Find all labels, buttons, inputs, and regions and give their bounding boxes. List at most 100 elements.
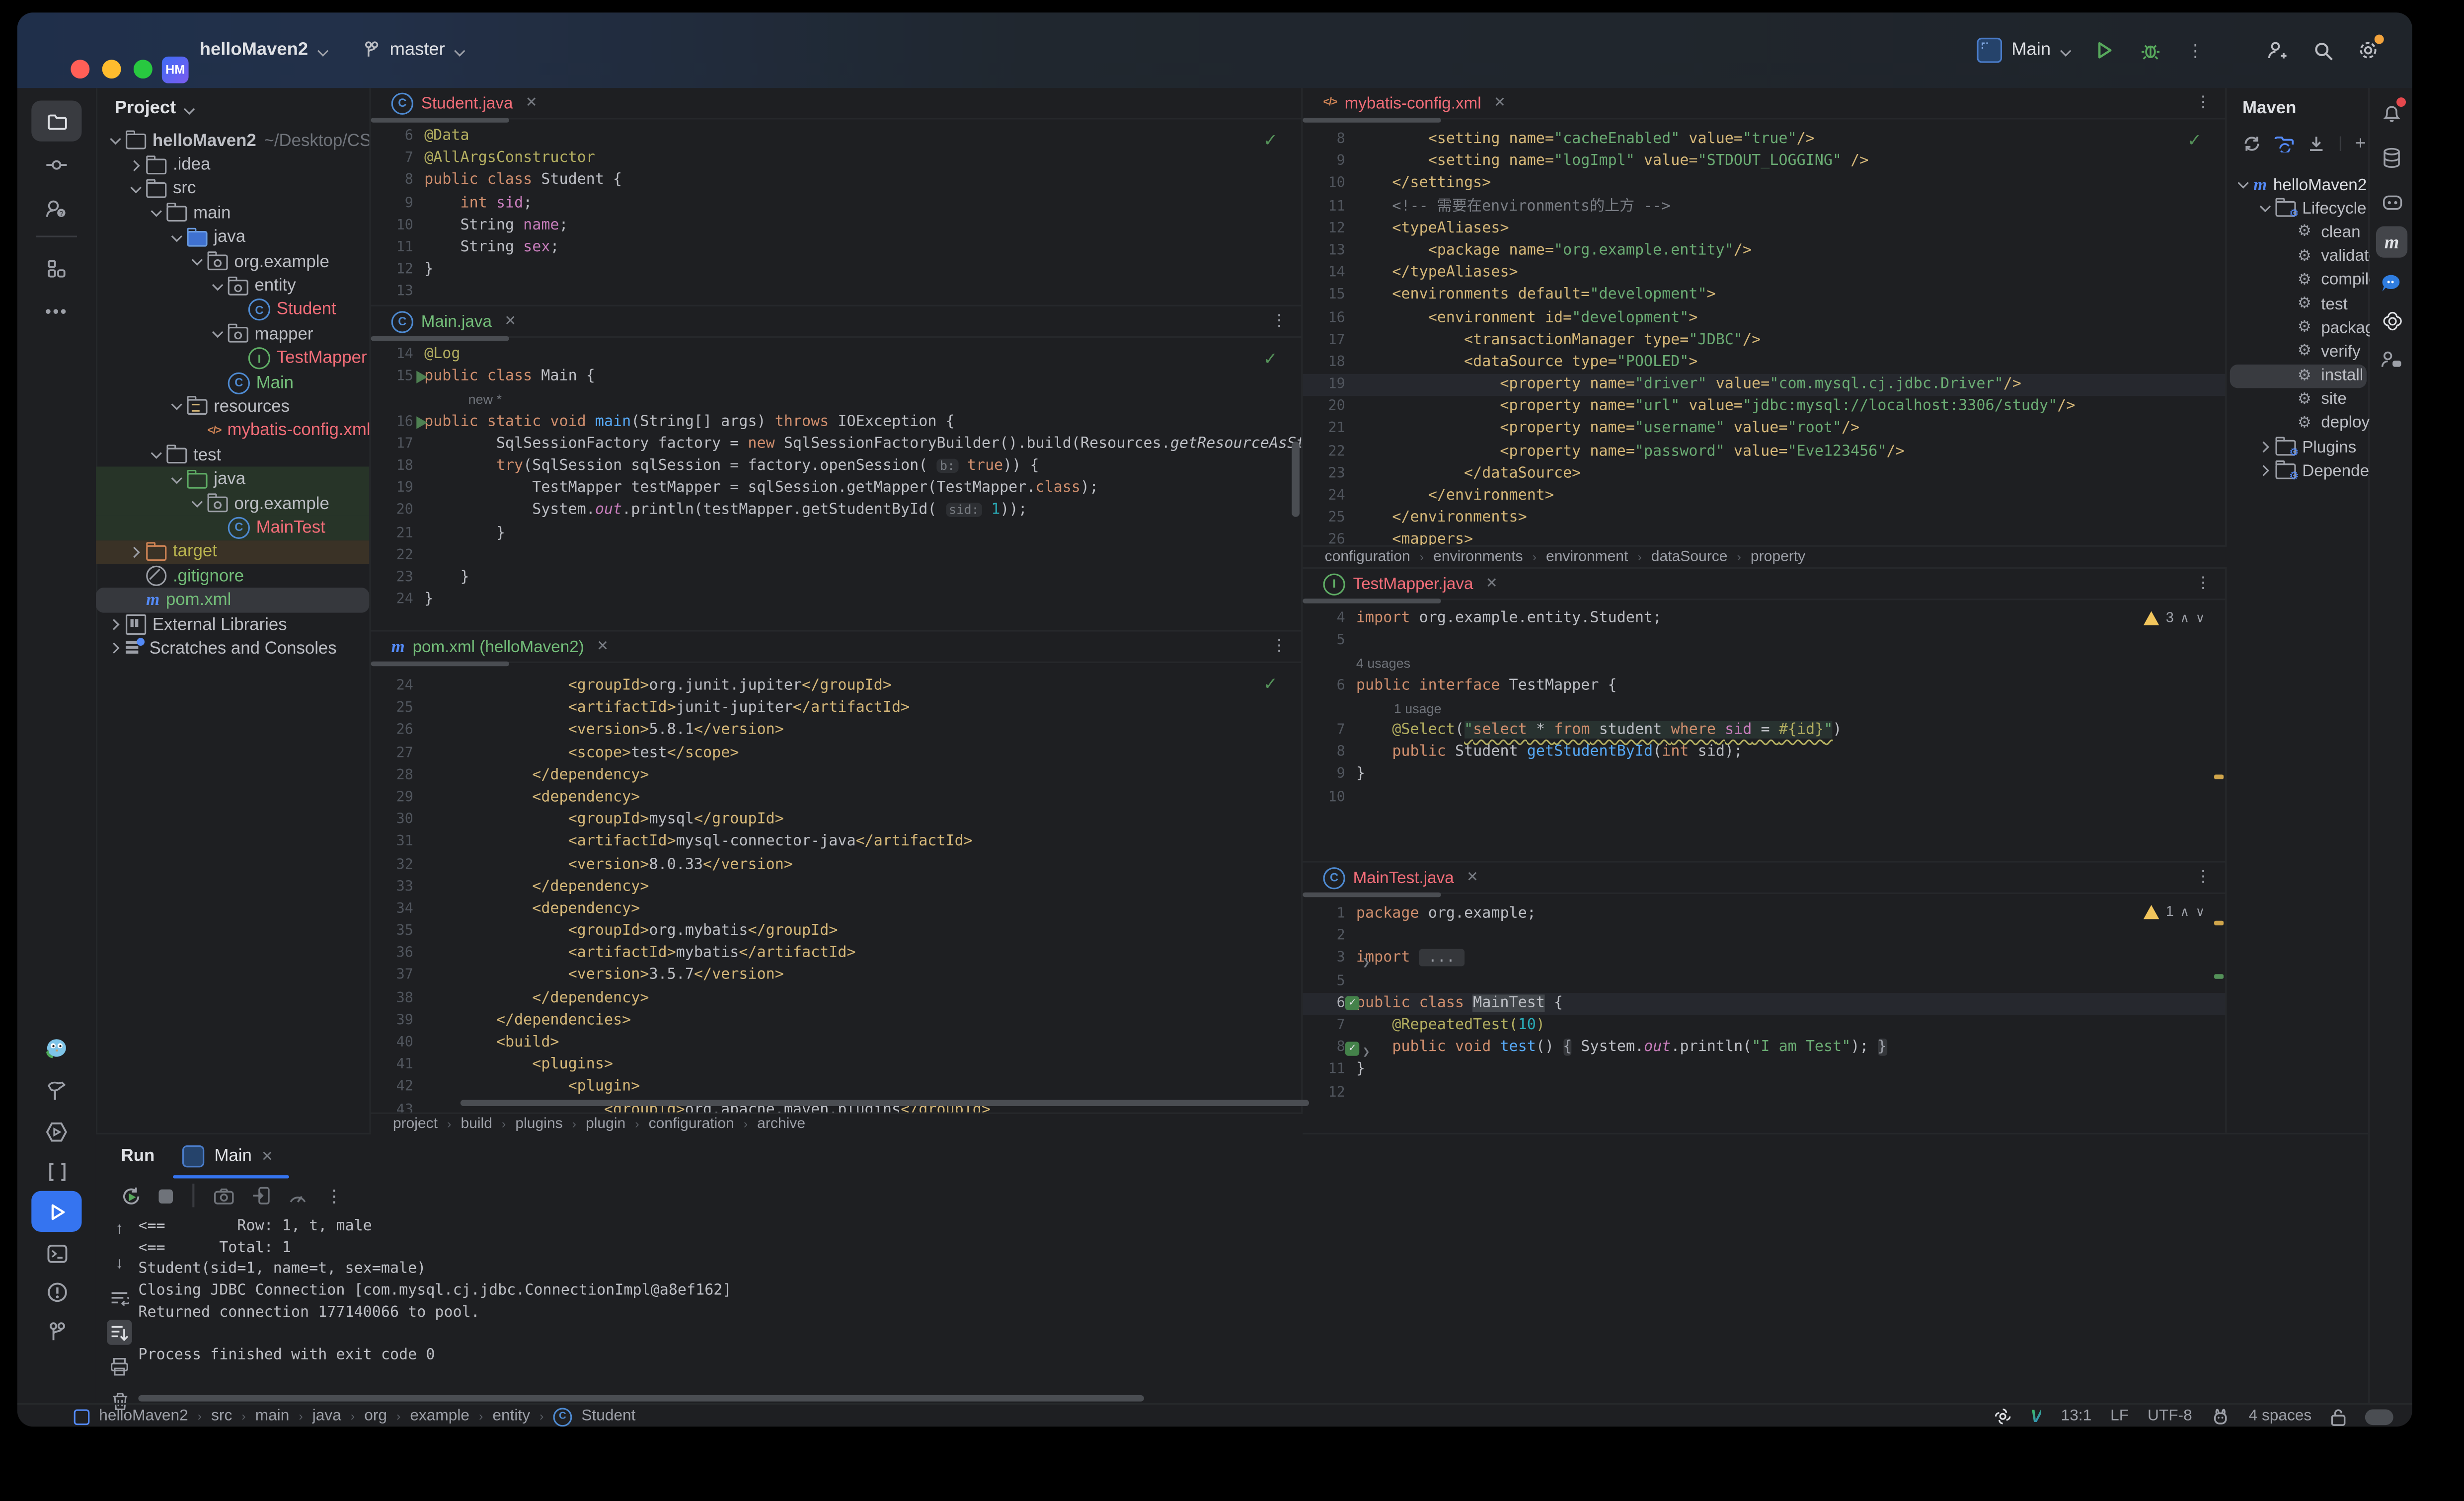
close-icon[interactable]: ✕ xyxy=(504,312,516,330)
status-breadcrumb-item[interactable]: entity xyxy=(492,1408,530,1425)
tree-chevron-icon[interactable] xyxy=(2258,440,2272,454)
maven-item-test[interactable]: ⚙ test xyxy=(2227,292,2370,316)
status-breadcrumb-item[interactable]: src xyxy=(211,1408,232,1425)
console-horizontal-scrollbar[interactable] xyxy=(138,1395,1144,1402)
profiler-button[interactable] xyxy=(288,1187,308,1204)
run-tool-button[interactable] xyxy=(31,1191,82,1232)
tree-chevron-icon[interactable] xyxy=(2258,202,2272,216)
editor-options-button[interactable]: ⋮ xyxy=(2195,575,2211,593)
tree-chevron-icon[interactable] xyxy=(170,400,184,414)
scroll-to-end-button[interactable] xyxy=(107,1320,132,1345)
run-gutter-icon[interactable] xyxy=(416,415,428,429)
project-panel-title[interactable]: Project xyxy=(115,99,176,118)
pull-requests-tool-button[interactable]: ? xyxy=(31,189,81,229)
status-breadcrumb[interactable]: helloMaven2 › src › main › java › org › example › en… xyxy=(17,1407,636,1426)
maven-item-site[interactable]: ⚙ site xyxy=(2227,387,2370,411)
status-breadcrumb-item[interactable]: main xyxy=(255,1408,290,1425)
editor-tab-main[interactable]: C Main.java ✕ xyxy=(391,310,516,333)
tree-chevron-icon[interactable] xyxy=(2236,178,2250,192)
breadcrumb-item[interactable]: project xyxy=(393,1116,438,1133)
run-configuration-selector[interactable]: Main xyxy=(1977,37,2072,63)
editor-options-button[interactable]: ⋮ xyxy=(2195,94,2211,112)
minimize-window-button[interactable] xyxy=(102,60,121,79)
rerun-button[interactable] xyxy=(121,1186,142,1206)
close-window-button[interactable] xyxy=(71,60,90,79)
snapshot-button[interactable] xyxy=(214,1187,234,1204)
maven-item-install[interactable]: ⚙ install xyxy=(2227,364,2370,388)
maven-item-lifecycle[interactable]: Lifecycle xyxy=(2227,197,2370,221)
breadcrumb-item[interactable]: plugin xyxy=(586,1116,625,1133)
usages-hint[interactable]: 1 usage xyxy=(1356,697,1442,720)
tree-chevron-icon[interactable] xyxy=(129,182,143,196)
editor-options-button[interactable]: ⋮ xyxy=(1271,312,1287,330)
code-editor[interactable]: 24 <groupId>org.junit.jupiter</groupId> 2… xyxy=(371,663,1303,1114)
code-editor[interactable]: 8 <setting name="cacheEnabled" value="tr… xyxy=(1303,119,2227,547)
editor-options-button[interactable]: ⋮ xyxy=(1271,638,1287,655)
maven-item-validate[interactable]: ⚙ validate xyxy=(2227,244,2370,268)
inspections-ok-icon[interactable]: ✓ xyxy=(2187,131,2202,151)
tree-chevron-icon[interactable] xyxy=(108,134,122,148)
tree-item-main[interactable]: C Main xyxy=(96,371,369,395)
tree-chevron-icon[interactable] xyxy=(129,545,143,559)
run-button[interactable] xyxy=(2091,38,2117,63)
code-editor[interactable]: 1 package org.example; 2 3 ❯ import ... 5 6 ✓ pu… xyxy=(1303,894,2227,1134)
code-editor[interactable]: 4 import org.example.entity.Student; 5 4 us… xyxy=(1303,600,2227,862)
tree-item--gitignore[interactable]: .gitignore xyxy=(96,564,369,589)
indent-indicator[interactable]: 4 spaces xyxy=(2249,1408,2312,1425)
terminal-tool-button[interactable] xyxy=(31,1233,81,1274)
maven-item-compile[interactable]: ⚙ compile xyxy=(2227,268,2370,292)
settings-button[interactable] xyxy=(2356,34,2384,63)
tree-item-java[interactable]: java xyxy=(95,467,370,492)
import-thread-dump-button[interactable] xyxy=(252,1186,271,1205)
status-breadcrumb-item[interactable]: Student xyxy=(581,1408,635,1425)
breadcrumb-item[interactable]: build xyxy=(461,1116,492,1133)
maven-item-package[interactable]: ⚙ package xyxy=(2227,316,2370,340)
zoom-window-button[interactable] xyxy=(133,60,153,79)
python-packages-tool-button[interactable] xyxy=(31,1152,81,1193)
scroll-down-button[interactable]: ↓ xyxy=(107,1251,132,1276)
branch-selector[interactable]: master xyxy=(363,41,465,60)
status-breadcrumb-item[interactable]: example xyxy=(410,1408,469,1425)
breadcrumb-item[interactable]: property xyxy=(1751,548,1805,566)
tree-item-hellomaven2[interactable]: helloMaven2 ~/Desktop/CS/JavaEE xyxy=(96,129,369,153)
tree-item-mybatis-config-xml[interactable]: </> mybatis-config.xml xyxy=(96,419,370,444)
print-button[interactable] xyxy=(107,1354,132,1380)
more-tool-windows-button[interactable]: ••• xyxy=(31,292,81,333)
tree-chevron-icon[interactable] xyxy=(211,279,225,293)
tree-item-target[interactable]: target xyxy=(95,540,370,564)
maven-reload-projects-button[interactable] xyxy=(2274,134,2294,152)
breadcrumb-item[interactable]: configuration xyxy=(649,1116,734,1133)
ai-assistant-tool-button[interactable] xyxy=(2376,185,2407,217)
tree-chevron-icon[interactable] xyxy=(170,230,184,244)
tree-chevron-icon[interactable] xyxy=(2258,464,2272,478)
editor-tab-student[interactable]: C Student.java ✕ xyxy=(391,92,538,114)
tree-item-testmapper[interactable]: I TestMapper xyxy=(96,347,369,371)
build-tool-button[interactable] xyxy=(31,1070,81,1111)
tree-chevron-icon[interactable] xyxy=(150,207,163,221)
run-tab-main[interactable]: Main ✕ xyxy=(173,1134,289,1179)
tree-item--idea[interactable]: .idea xyxy=(96,153,369,177)
soft-wrap-button[interactable] xyxy=(107,1285,132,1311)
tree-item-mapper[interactable]: mapper xyxy=(96,322,369,347)
tree-chevron-icon[interactable] xyxy=(108,642,122,656)
breadcrumb-item[interactable]: environment xyxy=(1546,548,1628,566)
tree-item-resources[interactable]: resources xyxy=(96,395,369,419)
tree-item-main[interactable]: main xyxy=(96,201,369,225)
inspections-warning-widget[interactable]: 3 ∧ ∨ xyxy=(2144,609,2205,625)
structure-tool-button[interactable] xyxy=(31,248,81,289)
tree-chevron-icon[interactable] xyxy=(108,617,122,631)
close-icon[interactable]: ✕ xyxy=(526,94,538,112)
maven-download-sources-button[interactable] xyxy=(2307,134,2326,151)
usages-hint[interactable]: new * xyxy=(424,389,502,411)
maven-tool-button[interactable]: m xyxy=(2376,226,2408,258)
editor-options-button[interactable]: ⋮ xyxy=(2195,869,2211,886)
tree-item-src[interactable]: src xyxy=(96,177,369,202)
breadcrumb-item[interactable]: environments xyxy=(1433,548,1523,566)
line-ending-indicator[interactable]: LF xyxy=(2110,1408,2129,1425)
maven-item-verify[interactable]: ⚙ verify xyxy=(2227,340,2370,364)
horizontal-scrollbar[interactable] xyxy=(460,1100,1309,1106)
stop-button[interactable] xyxy=(158,1189,173,1203)
inspections-ok-icon[interactable]: ✓ xyxy=(1263,349,1278,369)
close-icon[interactable]: ✕ xyxy=(1494,94,1506,112)
tree-item-pom-xml[interactable]: m pom.xml xyxy=(95,588,370,613)
